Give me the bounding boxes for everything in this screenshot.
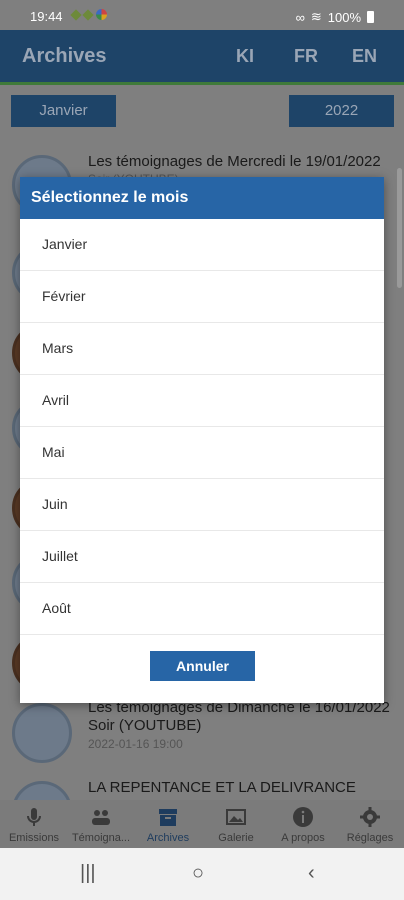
system-navigation: ||| ○ ‹ bbox=[0, 848, 404, 900]
month-option[interactable]: Juillet bbox=[20, 531, 384, 583]
notification-icons bbox=[70, 9, 107, 21]
notification-icon bbox=[96, 9, 107, 20]
item-title: Les témoignages de Mercredi le 19/01/202… bbox=[88, 153, 381, 170]
cancel-button[interactable]: Annuler bbox=[150, 651, 255, 681]
year-select-button[interactable]: 2022 bbox=[289, 95, 394, 127]
nav-reglages[interactable]: Réglages bbox=[336, 800, 404, 844]
battery-icon bbox=[367, 11, 374, 23]
lang-ki-button[interactable]: KI bbox=[236, 46, 254, 67]
month-option[interactable]: Mai bbox=[20, 427, 384, 479]
month-option[interactable]: Mars bbox=[20, 323, 384, 375]
page-title: Archives bbox=[22, 45, 107, 67]
nav-label: A propos bbox=[281, 832, 325, 844]
wifi-icon: ≋ bbox=[310, 9, 322, 24]
bottom-navigation: Emissions Témoigna... Archives Galerie A… bbox=[0, 800, 404, 848]
month-option[interactable]: Avril bbox=[20, 375, 384, 427]
scrollbar[interactable] bbox=[397, 168, 402, 288]
month-picker-dialog: Sélectionnez le mois Janvier Février Mar… bbox=[20, 177, 384, 703]
nav-label: Témoigna... bbox=[71, 832, 131, 844]
gear-icon bbox=[360, 807, 380, 827]
temoignages-logo bbox=[12, 703, 72, 763]
home-icon[interactable]: ○ bbox=[192, 862, 204, 885]
nav-temoignages[interactable]: Témoigna... bbox=[67, 800, 135, 844]
status-time: 19:44 bbox=[30, 9, 63, 24]
notification-icon bbox=[82, 9, 94, 21]
battery-text: 100% bbox=[327, 9, 361, 25]
month-option[interactable]: Février bbox=[20, 271, 384, 323]
month-option[interactable]: Janvier bbox=[20, 219, 384, 271]
notification-icon bbox=[70, 9, 82, 21]
image-icon bbox=[226, 809, 246, 825]
nav-archives[interactable]: Archives bbox=[134, 800, 202, 844]
item-title: Les témoignages de Dimanche le 16/01/202… bbox=[88, 699, 390, 734]
nav-label: Réglages bbox=[346, 832, 394, 844]
lang-fr-button[interactable]: FR bbox=[294, 46, 318, 67]
mic-icon bbox=[27, 808, 41, 826]
status-right: ∞ ≋ 100% bbox=[296, 9, 374, 25]
dialog-title: Sélectionnez le mois bbox=[20, 177, 384, 219]
people-icon bbox=[92, 810, 110, 825]
nav-galerie[interactable]: Galerie bbox=[202, 800, 270, 844]
back-icon[interactable]: ‹ bbox=[308, 862, 315, 885]
lang-en-button[interactable]: EN bbox=[352, 46, 377, 67]
recents-icon[interactable]: ||| bbox=[80, 862, 96, 885]
nav-label: Emissions bbox=[8, 832, 60, 844]
list-item[interactable]: Les témoignages de Dimanche le 16/01/202… bbox=[0, 697, 404, 787]
app-bar: Archives KI FR EN bbox=[0, 30, 404, 82]
month-option[interactable]: Juin bbox=[20, 479, 384, 531]
nav-label: Galerie bbox=[218, 832, 254, 844]
info-icon bbox=[293, 807, 313, 827]
item-date: 2022-01-16 19:00 bbox=[88, 737, 183, 751]
month-option[interactable]: Août bbox=[20, 583, 384, 635]
nav-a-propos[interactable]: A propos bbox=[269, 800, 337, 844]
link-icon: ∞ bbox=[295, 9, 305, 25]
nav-label: Archives bbox=[146, 832, 190, 844]
status-bar: 19:44 ∞ ≋ 100% bbox=[0, 0, 404, 30]
archive-icon bbox=[159, 809, 177, 826]
nav-emissions[interactable]: Emissions bbox=[0, 800, 68, 844]
month-select-button[interactable]: Janvier bbox=[11, 95, 116, 127]
